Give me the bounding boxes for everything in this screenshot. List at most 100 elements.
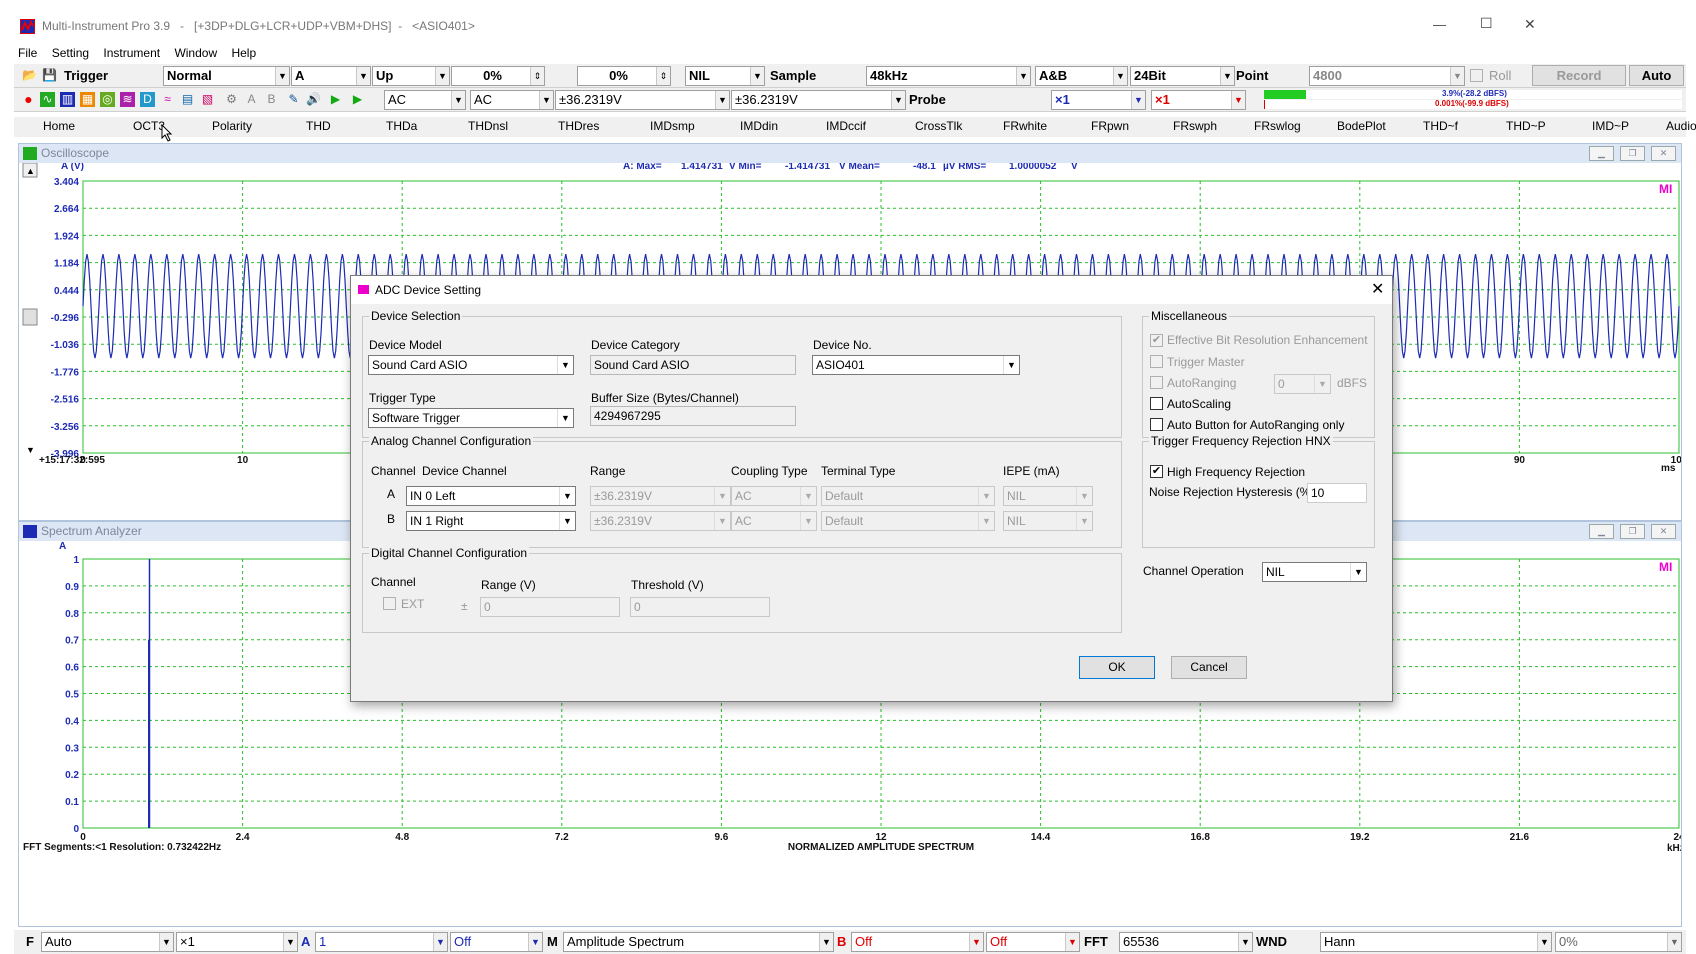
digital-range-input[interactable]: 0 — [480, 597, 620, 617]
tab-frwhite[interactable]: FRwhite — [1003, 119, 1047, 133]
ebre-checkbox[interactable]: ✔ — [1150, 334, 1163, 347]
channel-operation-select[interactable]: NIL ▼ — [1262, 562, 1367, 582]
spinner-icon[interactable]: ⇕ — [656, 67, 670, 85]
auto-button-checkbox[interactable] — [1150, 418, 1163, 431]
range-b-select[interactable]: ±36.2319V ▼ — [731, 90, 906, 110]
minimize-panel-button[interactable]: ▁ — [1589, 524, 1614, 539]
autoranging-select[interactable]: 0 ▼ — [1274, 374, 1331, 394]
dut-icon[interactable]: D — [140, 92, 155, 107]
autoranging-checkbox[interactable] — [1150, 376, 1163, 389]
cancel-button[interactable]: Cancel — [1171, 656, 1247, 679]
record-button[interactable]: Record — [1532, 65, 1626, 86]
speaker-icon[interactable]: 🔊 — [306, 92, 321, 107]
spectrum-icon[interactable]: ▥ — [60, 92, 75, 107]
record-icon[interactable]: ● — [21, 92, 36, 107]
play-step-icon[interactable]: ▶ — [350, 92, 365, 107]
f-mode-select[interactable]: Auto ▼ — [41, 932, 174, 952]
ok-button[interactable]: OK — [1079, 656, 1155, 679]
signal-generator-icon[interactable]: ≋ — [120, 92, 135, 107]
device-no-select[interactable]: ASIO401 ▼ — [812, 355, 1020, 375]
tab-thd[interactable]: THD — [306, 119, 331, 133]
oscilloscope-icon[interactable]: ∿ — [40, 92, 55, 107]
cursor-b-icon[interactable]: B — [264, 92, 279, 107]
dac-icon[interactable]: ▧ — [200, 92, 215, 107]
channels-select[interactable]: A&B ▼ — [1035, 66, 1128, 86]
tab-crosstlk[interactable]: CrossTlk — [915, 119, 962, 133]
tab-frswph[interactable]: FRswph — [1173, 119, 1217, 133]
trigger-level-spinner[interactable]: 0% ⇕ — [451, 66, 545, 86]
b-off-select[interactable]: Off ▼ — [851, 932, 984, 952]
tab-bodeplot[interactable]: BodePlot — [1337, 119, 1386, 133]
f-mult-select[interactable]: ×1 ▼ — [176, 932, 298, 952]
play-icon[interactable]: ▶ — [328, 92, 343, 107]
coupling-b-select[interactable]: AC ▼ — [731, 511, 817, 531]
cursor-a-icon[interactable]: A — [244, 92, 259, 107]
range-b-select[interactable]: ±36.2319V ▼ — [590, 511, 731, 531]
range-a-select[interactable]: ±36.2319V ▼ — [555, 90, 730, 110]
bits-select[interactable]: 24Bit ▼ — [1130, 66, 1235, 86]
tab-thdres[interactable]: THDres — [558, 119, 599, 133]
device-channel-a-select[interactable]: IN 0 Left ▼ — [406, 486, 576, 506]
m-select[interactable]: Amplitude Spectrum ▼ — [563, 932, 834, 952]
minimize-panel-button[interactable]: ▁ — [1589, 146, 1614, 161]
autoscaling-checkbox[interactable] — [1150, 397, 1163, 410]
coupling-a-select[interactable]: AC ▼ — [384, 90, 466, 110]
probe-icon[interactable]: ✎ — [286, 92, 301, 107]
restore-panel-button[interactable]: ❐ — [1620, 146, 1645, 161]
probe-b-select[interactable]: ×1 ▼ — [1151, 90, 1246, 110]
scroll-thumb[interactable] — [22, 308, 38, 326]
iepe-a-select[interactable]: NIL ▼ — [1003, 486, 1093, 506]
terminal-b-select[interactable]: Default ▼ — [821, 511, 995, 531]
hysteresis-input[interactable]: 10 — [1307, 483, 1367, 503]
tab-imddin[interactable]: IMDdin — [740, 119, 778, 133]
b-off2-select[interactable]: Off ▼ — [986, 932, 1080, 952]
multi-wave-icon[interactable]: ≈ — [160, 92, 175, 107]
folder-icon[interactable]: 📂 — [22, 68, 37, 83]
ddp-icon[interactable]: ▤ — [180, 92, 195, 107]
menu-instrument[interactable]: Instrument — [103, 46, 160, 60]
sample-rate-select[interactable]: 48kHz ▼ — [866, 66, 1031, 86]
iepe-b-select[interactable]: NIL ▼ — [1003, 511, 1093, 531]
probe-a-select[interactable]: ×1 ▼ — [1051, 90, 1146, 110]
spinner-icon[interactable]: ⇕ — [530, 67, 544, 85]
ext-checkbox[interactable] — [383, 597, 396, 610]
trigger-master-checkbox[interactable] — [1150, 355, 1163, 368]
tab-frpwn[interactable]: FRpwn — [1091, 119, 1129, 133]
tab-polarity[interactable]: Polarity — [212, 119, 252, 133]
tab-home[interactable]: Home — [43, 119, 75, 133]
tab-thd-f[interactable]: THD~f — [1423, 119, 1458, 133]
tab-imdsmp[interactable]: IMDsmp — [650, 119, 695, 133]
tab-audiotst[interactable]: AudioTst — [1666, 119, 1696, 133]
trigger-type-select[interactable]: Software Trigger ▼ — [368, 408, 574, 428]
menu-window[interactable]: Window — [174, 46, 217, 60]
a-off-select[interactable]: Off ▼ — [450, 932, 543, 952]
fft-size-select[interactable]: 65536 ▼ — [1119, 932, 1253, 952]
points-select[interactable]: 4800 ▼ — [1309, 66, 1465, 86]
tab-frswlog[interactable]: FRswlog — [1254, 119, 1301, 133]
nil-select[interactable]: NIL ▼ — [685, 66, 765, 86]
dialog-close-button[interactable]: ✕ — [1371, 279, 1384, 299]
high-frequency-rejection-checkbox[interactable]: ✔ — [1150, 465, 1163, 478]
device-channel-b-select[interactable]: IN 1 Right ▼ — [406, 511, 576, 531]
device-icon[interactable]: ⚙ — [224, 92, 239, 107]
maximize-button[interactable]: ☐ — [1480, 15, 1493, 32]
menu-help[interactable]: Help — [231, 46, 256, 60]
menu-file[interactable]: File — [18, 46, 37, 60]
meter-icon[interactable]: ◎ — [100, 92, 115, 107]
terminal-a-select[interactable]: Default ▼ — [821, 486, 995, 506]
restore-panel-button[interactable]: ❐ — [1620, 524, 1645, 539]
range-a-select[interactable]: ±36.2319V ▼ — [590, 486, 731, 506]
close-panel-button[interactable]: ✕ — [1651, 524, 1676, 539]
tab-thda[interactable]: THDa — [386, 119, 417, 133]
coupling-b-select[interactable]: AC ▼ — [470, 90, 554, 110]
trigger-channel-select[interactable]: A ▼ — [291, 66, 371, 86]
tab-imd-p[interactable]: IMD~P — [1592, 119, 1629, 133]
minimize-button[interactable]: — — [1433, 17, 1446, 32]
trigger-mode-select[interactable]: Normal ▼ — [163, 66, 290, 86]
auto-button[interactable]: Auto — [1629, 65, 1684, 86]
trigger-edge-select[interactable]: Up ▼ — [372, 66, 450, 86]
tab-thdnsl[interactable]: THDnsl — [468, 119, 508, 133]
overlap-select[interactable]: 0% ▼ — [1555, 932, 1682, 952]
window-select[interactable]: Hann ▼ — [1320, 932, 1552, 952]
spectrogram-icon[interactable]: ▦ — [80, 92, 95, 107]
